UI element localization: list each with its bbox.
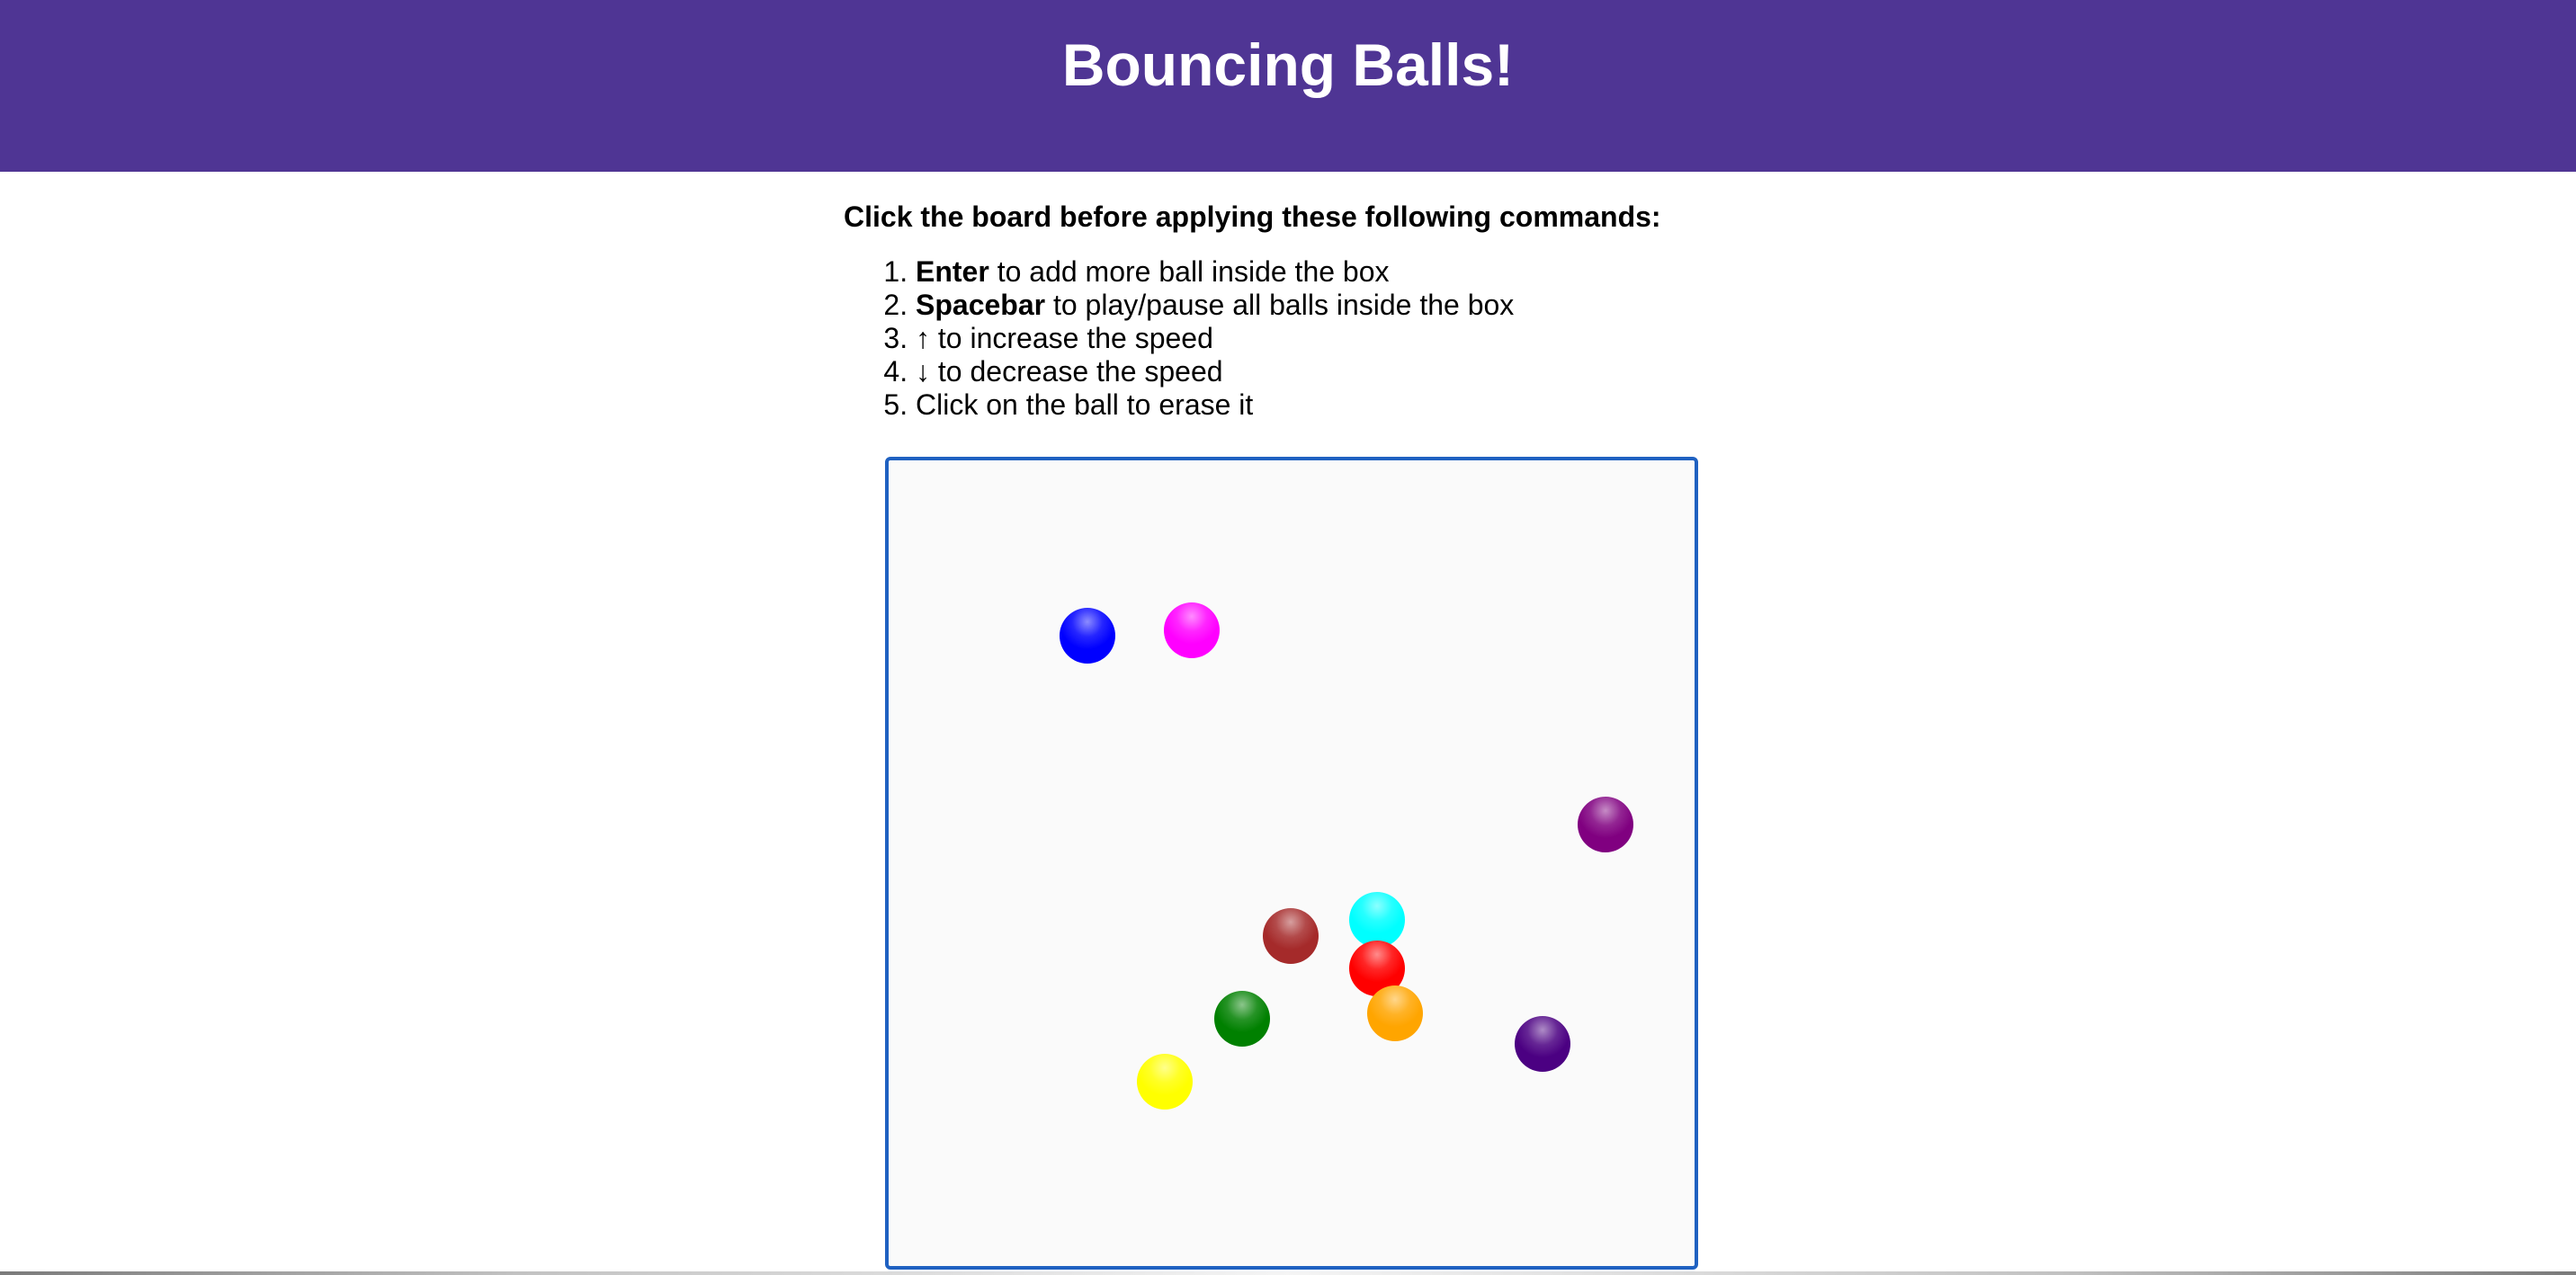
ball-purple[interactable]: [1578, 797, 1633, 852]
ball-yellow[interactable]: [1137, 1054, 1193, 1110]
page-title: Bouncing Balls!: [1061, 31, 1515, 98]
instructions: Click the board before applying these fo…: [844, 196, 1743, 422]
ball-indigo[interactable]: [1515, 1016, 1570, 1072]
instructions-intro: Click the board before applying these fo…: [844, 201, 1661, 233]
command-text: ↑ to increase the speed: [916, 322, 1213, 354]
command-key: Enter: [916, 255, 989, 288]
game-board[interactable]: [885, 457, 1698, 1270]
command-item-spacebar: Spacebar to play/pause all balls inside …: [916, 289, 1743, 322]
command-item-speed-down: ↓ to decrease the speed: [916, 355, 1743, 388]
command-list: Enter to add more ball inside the box Sp…: [844, 255, 1743, 422]
command-text: ↓ to decrease the speed: [916, 355, 1223, 388]
command-text: to add more ball inside the box: [988, 255, 1390, 288]
ball-magenta[interactable]: [1164, 602, 1220, 658]
bottom-edge: [0, 1271, 2576, 1275]
command-item-erase: Click on the ball to erase it: [916, 388, 1743, 422]
page-header: Bouncing Balls!: [0, 0, 2576, 172]
ball-orange[interactable]: [1367, 985, 1423, 1041]
command-item-speed-up: ↑ to increase the speed: [916, 322, 1743, 355]
ball-blue[interactable]: [1060, 608, 1115, 664]
ball-brown[interactable]: [1263, 908, 1319, 964]
command-text: to play/pause all balls inside the box: [1045, 289, 1515, 321]
command-text: Click on the ball to erase it: [916, 388, 1254, 421]
command-item-enter: Enter to add more ball inside the box: [916, 255, 1743, 289]
command-key: Spacebar: [916, 289, 1046, 321]
ball-green[interactable]: [1214, 991, 1270, 1047]
ball-cyan[interactable]: [1349, 892, 1405, 948]
